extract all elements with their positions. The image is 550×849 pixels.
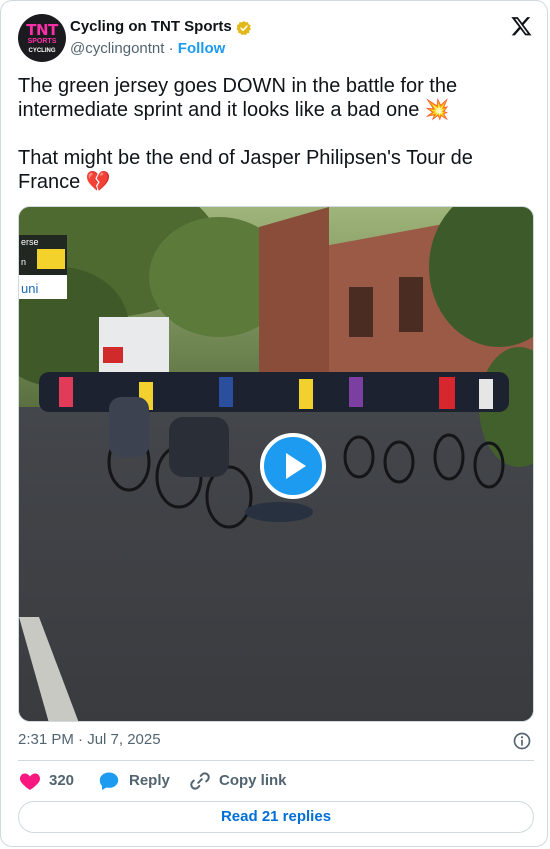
video-media[interactable]: erse n uni <box>18 206 534 722</box>
tweet-card: TNT SPORTS CYCLING Cycling on TNT Sports… <box>0 0 548 847</box>
separator-dot: · <box>168 40 174 57</box>
avatar-logo-cycling: CYCLING <box>28 48 56 54</box>
copy-link-button[interactable]: Copy link <box>188 769 288 793</box>
avatar-logo-sports: SPORTS <box>27 38 57 45</box>
tweet-timestamp[interactable]: 2:31 PM · Jul 7, 2025 <box>18 731 161 749</box>
account-name[interactable]: Cycling on TNT Sports <box>70 18 232 36</box>
reply-label: Reply <box>129 772 170 789</box>
link-icon <box>190 772 210 790</box>
read-replies-button[interactable]: Read 21 replies <box>18 801 534 833</box>
tweet-text: The green jersey goes DOWN in the battle… <box>18 75 473 193</box>
x-logo-icon[interactable] <box>510 15 533 37</box>
play-button[interactable] <box>260 433 326 499</box>
account-handle[interactable]: @cyclingontnt <box>70 40 164 57</box>
play-icon <box>286 453 306 479</box>
avatar[interactable]: TNT SPORTS CYCLING <box>18 14 66 62</box>
copy-link-label: Copy link <box>219 772 287 789</box>
divider <box>18 760 534 761</box>
like-button[interactable]: 320 <box>18 769 78 793</box>
overlay-text-2: n <box>21 257 26 267</box>
like-count: 320 <box>49 772 75 789</box>
overlay-text-3: uni <box>21 281 38 296</box>
heart-icon <box>19 773 41 790</box>
info-icon[interactable] <box>512 731 532 751</box>
follow-button[interactable]: Follow <box>178 40 226 57</box>
reply-button[interactable]: Reply <box>97 769 177 793</box>
avatar-logo-tnt: TNT <box>26 21 58 39</box>
overlay-text-1: erse <box>21 237 39 247</box>
reply-bubble-icon <box>99 772 119 790</box>
verified-badge-icon <box>236 21 251 36</box>
handle-row: @cyclingontnt · Follow <box>70 40 225 58</box>
